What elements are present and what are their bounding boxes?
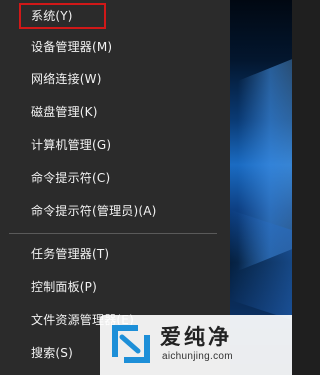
menu-item-command-prompt-admin[interactable]: 命令提示符(管理员)(A) xyxy=(0,195,230,226)
menu-item-device-manager[interactable]: 设备管理器(M) xyxy=(0,31,230,62)
watermark-logo-icon xyxy=(112,325,150,363)
menu-item-label: 磁盘管理(K) xyxy=(31,105,98,119)
menu-item-label: 命令提示符(管理员)(A) xyxy=(31,204,157,218)
menu-item-system[interactable]: 系统(Y) xyxy=(0,0,230,31)
wallpaper-light-beam xyxy=(230,209,292,321)
watermark: 爱纯净 aichunjing.com xyxy=(100,315,292,375)
menu-item-label: 搜索(S) xyxy=(31,346,73,360)
menu-item-label: 控制面板(P) xyxy=(31,280,97,294)
menu-item-network-connections[interactable]: 网络连接(W) xyxy=(0,63,230,94)
menu-item-label: 任务管理器(T) xyxy=(31,247,110,261)
menu-item-control-panel[interactable]: 控制面板(P) xyxy=(0,271,230,302)
menu-item-label: 网络连接(W) xyxy=(31,72,102,86)
watermark-url: aichunjing.com xyxy=(162,351,233,362)
menu-separator xyxy=(9,233,217,234)
menu-item-disk-management[interactable]: 磁盘管理(K) xyxy=(0,96,230,127)
menu-item-label: 系统(Y) xyxy=(31,9,73,23)
menu-item-command-prompt[interactable]: 命令提示符(C) xyxy=(0,162,230,193)
menu-item-label: 计算机管理(G) xyxy=(31,138,112,152)
menu-item-label: 命令提示符(C) xyxy=(31,171,111,185)
menu-item-label: 设备管理器(M) xyxy=(31,40,113,54)
menu-item-task-manager[interactable]: 任务管理器(T) xyxy=(0,238,230,269)
menu-item-computer-management[interactable]: 计算机管理(G) xyxy=(0,129,230,160)
watermark-text: 爱纯净 xyxy=(160,325,232,349)
